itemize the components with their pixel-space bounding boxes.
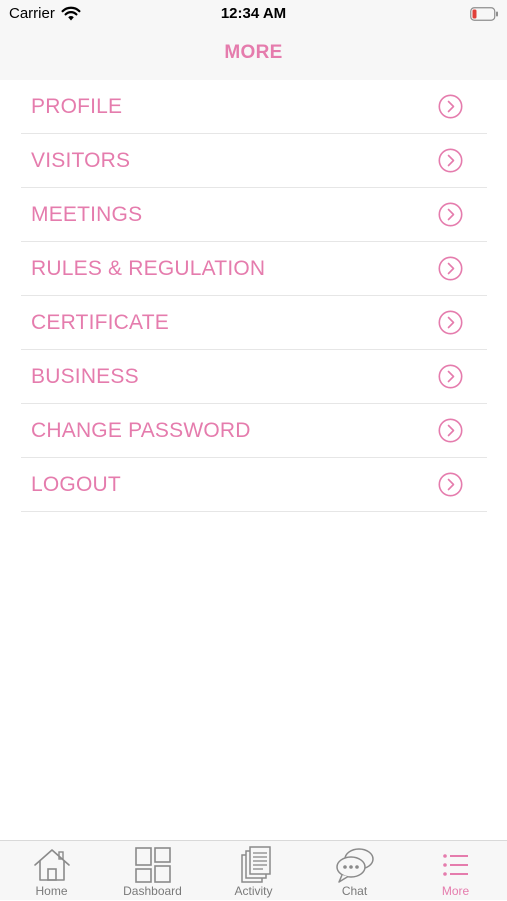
menu-item-label: CERTIFICATE	[31, 311, 169, 334]
chevron-right-circle-icon	[438, 472, 463, 497]
menu-item-change-password[interactable]: CHANGE PASSWORD	[21, 404, 487, 458]
clock: 12:34 AM	[220, 5, 287, 22]
menu-item-meetings[interactable]: MEETINGS	[21, 188, 487, 242]
menu-item-business[interactable]: BUSINESS	[21, 350, 487, 404]
status-bar: Carrier 12:34 AM	[0, 0, 507, 28]
chevron-right-circle-icon	[438, 94, 463, 119]
menu-item-profile[interactable]: PROFILE	[21, 80, 487, 134]
menu-item-label: RULES & REGULATION	[31, 257, 266, 280]
menu-item-label: VISITORS	[31, 149, 131, 172]
nav-bar: MORE	[0, 28, 507, 80]
tab-label: Dashboard	[123, 884, 182, 898]
chevron-right-circle-icon	[438, 148, 463, 173]
tab-more[interactable]: More	[405, 841, 506, 901]
dashboard-icon	[134, 847, 171, 883]
more-icon	[442, 854, 468, 876]
menu-item-label: MEETINGS	[31, 203, 143, 226]
chevron-right-circle-icon	[438, 418, 463, 443]
chevron-right-circle-icon	[438, 202, 463, 227]
chevron-right-circle-icon	[438, 364, 463, 389]
menu-list: PROFILE VISITORS MEETINGS RULES & REGULA…	[0, 80, 507, 512]
tab-chat[interactable]: Chat	[304, 841, 405, 901]
chevron-right-circle-icon	[438, 256, 463, 281]
battery-icon	[470, 7, 498, 21]
menu-item-label: CHANGE PASSWORD	[31, 419, 251, 442]
tab-label: Chat	[341, 884, 368, 898]
chevron-right-circle-icon	[438, 310, 463, 335]
tab-label: Home	[35, 884, 68, 898]
tab-bar: Home Dashboard Activity Chat More	[0, 840, 507, 900]
tab-dashboard[interactable]: Dashboard	[102, 841, 203, 901]
activity-icon	[240, 846, 271, 883]
tab-label: More	[441, 884, 470, 898]
menu-item-label: BUSINESS	[31, 365, 139, 388]
page-title: MORE	[224, 42, 283, 63]
tab-activity[interactable]: Activity	[203, 841, 304, 901]
menu-item-label: LOGOUT	[31, 473, 121, 496]
chat-icon	[335, 848, 374, 883]
home-icon	[33, 849, 70, 881]
tab-home[interactable]: Home	[1, 841, 102, 901]
menu-item-visitors[interactable]: VISITORS	[21, 134, 487, 188]
menu-item-certificate[interactable]: CERTIFICATE	[21, 296, 487, 350]
tab-label: Activity	[234, 884, 273, 898]
menu-item-label: PROFILE	[31, 95, 123, 118]
menu-item-rules-regulation[interactable]: RULES & REGULATION	[21, 242, 487, 296]
menu-item-logout[interactable]: LOGOUT	[21, 458, 487, 512]
